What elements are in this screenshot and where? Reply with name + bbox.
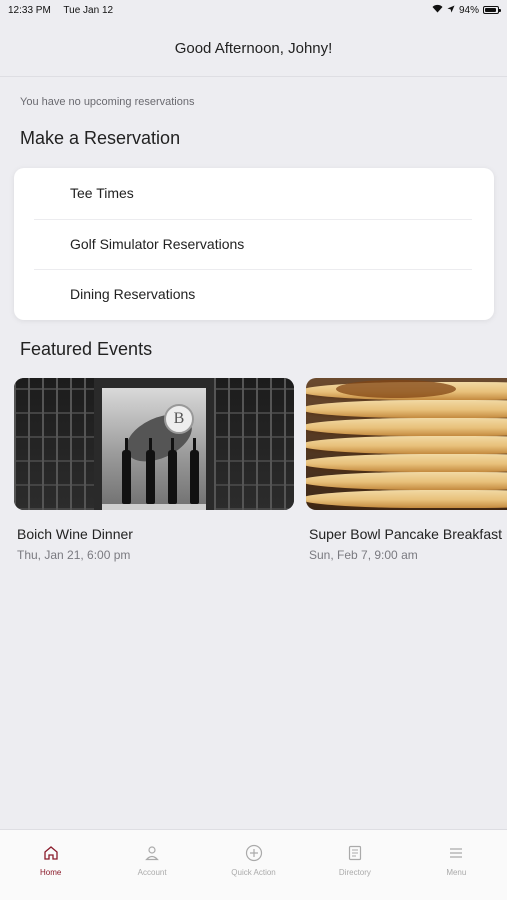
account-icon [143,844,161,862]
hamburger-menu-icon [447,844,465,862]
reservation-item-dining[interactable]: Dining Reservations [14,269,494,320]
status-left: 12:33 PM Tue Jan 12 [8,5,123,16]
bottom-tab-bar: Home Account Quick Action Directory Menu [0,829,507,900]
header: Good Afternoon, Johny! [0,20,507,77]
plus-circle-icon [245,844,263,862]
winery-logo: B [164,404,194,434]
no-reservations-message: You have no upcoming reservations [20,96,195,108]
tab-home[interactable]: Home [0,830,101,900]
tab-label: Account [137,868,167,877]
event-title: Boich Wine Dinner [17,526,133,542]
status-bar: 12:33 PM Tue Jan 12 94% [0,0,507,20]
tab-label: Home [40,868,62,877]
wifi-icon [432,4,443,16]
battery-icon [483,6,501,14]
reservation-item-tee-times[interactable]: Tee Times [14,168,494,219]
home-icon [42,844,60,862]
tab-account[interactable]: Account [101,830,202,900]
make-reservation-heading: Make a Reservation [20,128,181,148]
reservation-item-golf-simulator[interactable]: Golf Simulator Reservations [14,218,494,270]
event-date: Sun, Feb 7, 9:00 am [309,548,418,562]
status-date: Tue Jan 12 [63,4,114,16]
location-arrow-icon [447,5,455,16]
battery-percent: 94% [458,4,479,16]
tab-quick-action[interactable]: Quick Action [203,830,304,900]
featured-events-heading: Featured Events [20,339,153,359]
featured-events-carousel[interactable]: B Boich Wine Dinner Thu, Jan 21, 6:00 pm… [14,378,507,568]
reservation-options-card: Tee Times Golf Simulator Reservations Di… [14,168,494,320]
status-time: 12:33 PM [8,4,51,16]
tab-directory[interactable]: Directory [304,830,405,900]
reservation-item-label: Golf Simulator Reservations [70,235,245,252]
greeting-title: Good Afternoon, Johny! [174,39,333,57]
event-date: Thu, Jan 21, 6:00 pm [17,548,131,562]
event-image-wine-cellar: B [14,378,294,510]
event-image-pancakes [306,378,507,510]
event-card-pancake-breakfast[interactable]: Super Bowl Pancake Breakfast Sun, Feb 7,… [306,378,507,562]
tab-label: Menu [446,868,467,877]
reservation-item-label: Tee Times [70,185,134,202]
status-right: 94% [432,4,501,16]
reservation-item-label: Dining Reservations [70,286,196,303]
tab-label: Quick Action [231,868,276,877]
tab-label: Directory [338,868,371,877]
event-card-wine-dinner[interactable]: B Boich Wine Dinner Thu, Jan 21, 6:00 pm [14,378,294,562]
tab-menu[interactable]: Menu [406,830,507,900]
event-title: Super Bowl Pancake Breakfast [309,526,502,542]
directory-icon [346,844,364,862]
